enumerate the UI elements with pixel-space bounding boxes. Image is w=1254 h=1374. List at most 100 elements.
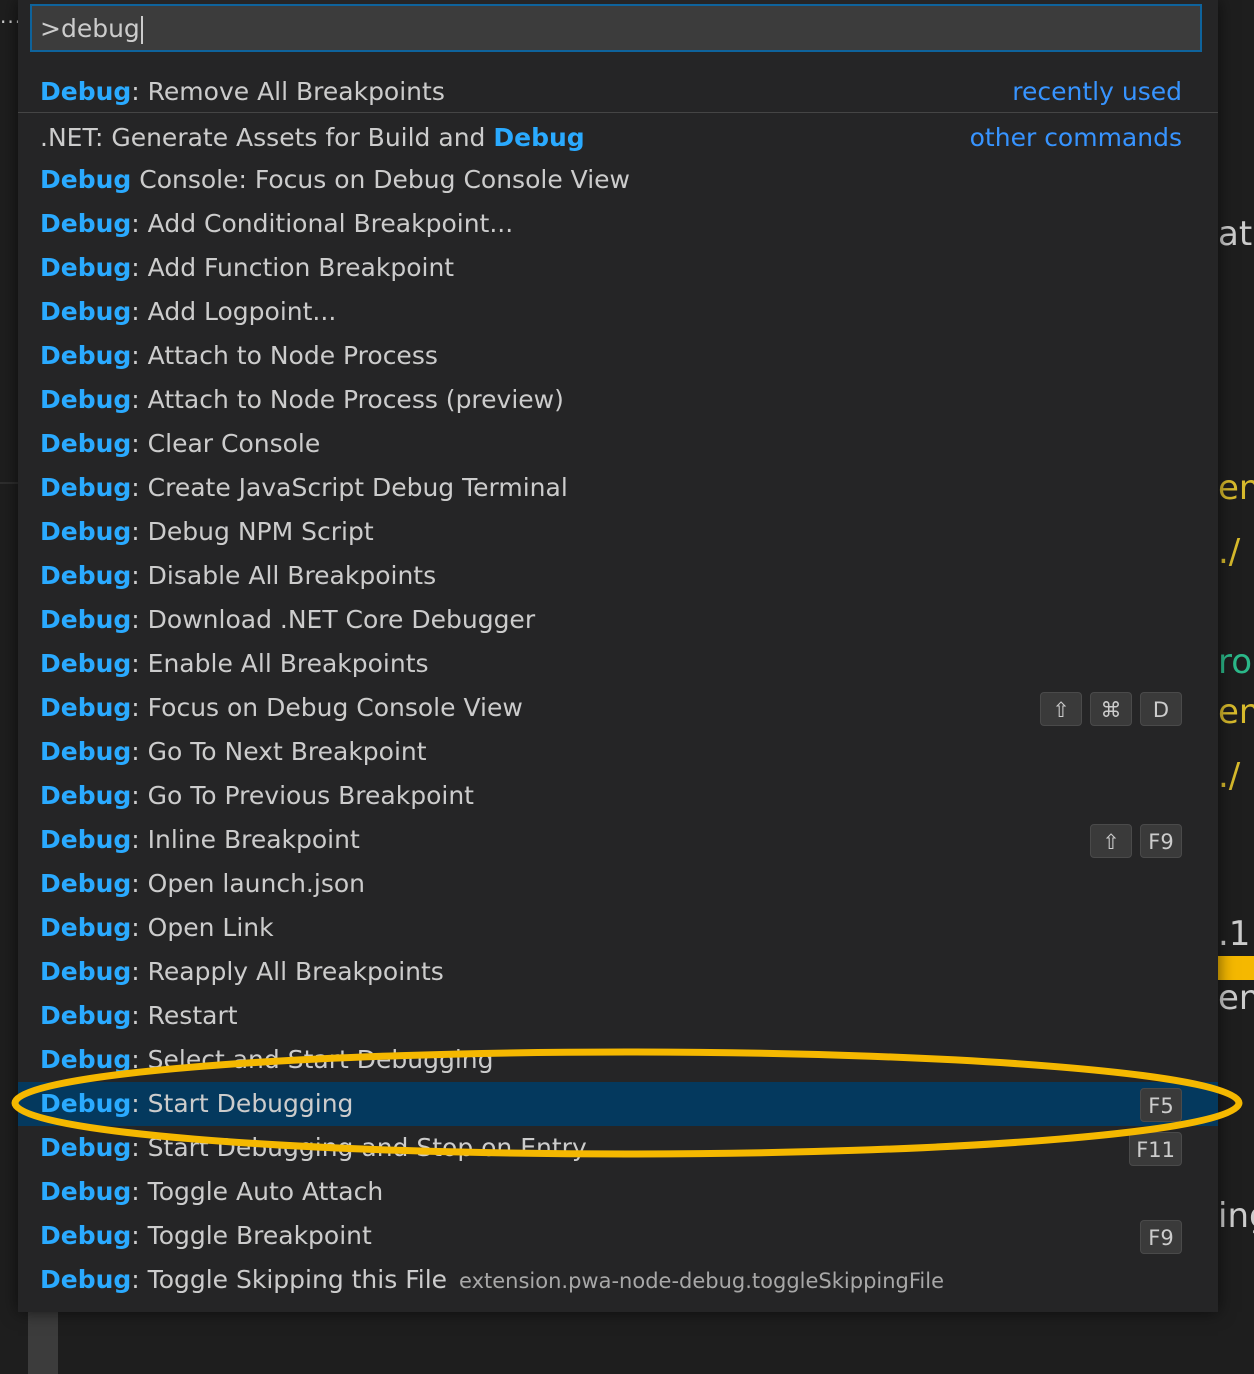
command-label-suffix: : Toggle Auto Attach [131, 1177, 384, 1206]
command-item[interactable]: Debug: Go To Next Breakpoint [18, 730, 1218, 774]
command-label-suffix: : Create JavaScript Debug Terminal [131, 473, 568, 502]
command-label-suffix: : Open launch.json [131, 869, 365, 898]
keybinding: F9 [1140, 1220, 1182, 1254]
command-label: Debug: Open launch.json [40, 862, 365, 906]
command-label: .NET: Generate Assets for Build and Debu… [40, 116, 585, 160]
command-label-suffix: Console: Focus on Debug Console View [131, 165, 630, 194]
command-label-match: Debug [40, 473, 132, 502]
command-item[interactable]: Debug: Clear Console [18, 422, 1218, 466]
background-code-fragment: en [1218, 978, 1254, 1018]
keybinding: ⇧ F9 [1090, 824, 1182, 858]
command-label-suffix: : Go To Previous Breakpoint [131, 781, 474, 810]
background-code-fragment: ing [1218, 1196, 1254, 1236]
command-item[interactable]: Debug: Remove All Breakpoints recently us… [18, 70, 1218, 114]
command-label-suffix: : Remove All Breakpoints [131, 77, 445, 106]
editor-divider [0, 482, 18, 484]
command-palette: >debug Debug: Remove All Breakpoints rece… [18, 0, 1218, 1312]
keybinding-key: ⇧ [1040, 692, 1082, 726]
command-item[interactable]: Debug: Open Link [18, 906, 1218, 950]
command-label-match: Debug [40, 77, 132, 106]
keybinding-key: F11 [1129, 1132, 1182, 1166]
command-item[interactable]: Debug: Inline Breakpoint ⇧ F9 [18, 818, 1218, 862]
command-label-suffix: : Debug NPM Script [131, 517, 374, 546]
command-label-match: Debug [493, 123, 585, 152]
background-code-fragment: en [1218, 468, 1254, 508]
command-label: Debug: Remove All Breakpoints [40, 70, 445, 114]
command-item[interactable]: Debug Console: Focus on Debug Console Vi… [18, 158, 1218, 202]
command-label-match: Debug [40, 1045, 132, 1074]
command-item[interactable]: Debug: Create JavaScript Debug Terminal [18, 466, 1218, 510]
command-item[interactable]: Debug: Download .NET Core Debugger [18, 598, 1218, 642]
command-label: Debug: Toggle Auto Attach [40, 1170, 383, 1214]
command-palette-input-box[interactable]: >debug [30, 4, 1202, 52]
command-label: Debug: Attach to Node Process (preview) [40, 378, 564, 422]
command-label: Debug: Toggle Skipping this File extensio… [40, 1258, 944, 1303]
command-label-suffix: : Disable All Breakpoints [131, 561, 437, 590]
command-item[interactable]: Debug: Toggle Breakpoint F9 [18, 1214, 1218, 1258]
command-label-match: Debug [40, 561, 132, 590]
keybinding-key: ⇧ [1090, 824, 1132, 858]
command-label-match: Debug [40, 165, 132, 194]
command-label-match: Debug [40, 385, 132, 414]
command-item[interactable]: Debug: Add Logpoint... [18, 290, 1218, 334]
command-label-match: Debug [40, 429, 132, 458]
command-item[interactable]: Debug: Add Conditional Breakpoint... [18, 202, 1218, 246]
command-item[interactable]: Debug: Focus on Debug Console View ⇧ ⌘ D [18, 686, 1218, 730]
command-palette-input[interactable]: >debug [40, 12, 143, 46]
command-label: Debug: Download .NET Core Debugger [40, 598, 535, 642]
command-item[interactable]: Debug: Open launch.json [18, 862, 1218, 906]
command-label-match: Debug [40, 781, 132, 810]
command-item[interactable]: Debug: Toggle Auto Attach [18, 1170, 1218, 1214]
command-label-match: Debug [40, 825, 132, 854]
command-label-suffix: : Add Function Breakpoint [131, 253, 455, 282]
command-label: Debug: Add Conditional Breakpoint... [40, 202, 513, 246]
command-item[interactable]: Debug: Add Function Breakpoint [18, 246, 1218, 290]
command-label-match: Debug [40, 1133, 132, 1162]
command-label-suffix: : Clear Console [131, 429, 321, 458]
background-code-fragment: ./ [1218, 756, 1241, 796]
command-item[interactable]: Debug: Attach to Node Process [18, 334, 1218, 378]
command-label: Debug: Open Link [40, 906, 274, 950]
command-label-match: Debug [40, 649, 132, 678]
command-item[interactable]: Debug: Reapply All Breakpoints [18, 950, 1218, 994]
command-label-suffix: : Inline Breakpoint [131, 825, 360, 854]
background-code-fragment: ro [1218, 642, 1253, 682]
command-label-suffix: : Go To Next Breakpoint [131, 737, 427, 766]
command-item[interactable]: Debug: Enable All Breakpoints [18, 642, 1218, 686]
command-item[interactable]: Debug: Select and Start Debugging [18, 1038, 1218, 1082]
command-label-suffix: : Start Debugging and Stop on Entry [131, 1133, 587, 1162]
command-label-match: Debug [40, 1265, 132, 1294]
keybinding-key: F5 [1140, 1088, 1182, 1122]
command-item-selected[interactable]: Debug: Start Debugging F5 [18, 1082, 1218, 1126]
keybinding: F5 [1140, 1088, 1182, 1122]
command-item[interactable]: .NET: Generate Assets for Build and Debu… [18, 116, 1218, 160]
command-label-match: Debug [40, 869, 132, 898]
command-label-match: Debug [40, 341, 132, 370]
command-label-match: Debug [40, 913, 132, 942]
command-label-match: Debug [40, 1177, 132, 1206]
command-label: Debug: Go To Previous Breakpoint [40, 774, 474, 818]
background-code-fragment: ./ [1218, 532, 1241, 572]
command-label-match: Debug [40, 1001, 132, 1030]
command-label-suffix: : Reapply All Breakpoints [131, 957, 444, 986]
command-label-suffix: : Select and Start Debugging [131, 1045, 494, 1074]
command-label: Debug: Select and Start Debugging [40, 1038, 493, 1082]
background-code-fragment: at y [1218, 214, 1254, 254]
command-item[interactable]: Debug: Restart [18, 994, 1218, 1038]
command-label-suffix: : Add Logpoint... [131, 297, 337, 326]
command-item[interactable]: Debug: Start Debugging and Stop on Entry… [18, 1126, 1218, 1170]
command-label-match: Debug [40, 605, 132, 634]
command-item[interactable]: Debug: Disable All Breakpoints [18, 554, 1218, 598]
command-item[interactable]: Debug: Debug NPM Script [18, 510, 1218, 554]
keybinding: ⇧ ⌘ D [1040, 692, 1182, 726]
command-item[interactable]: Debug: Toggle Skipping this File extensio… [18, 1258, 1218, 1302]
command-label: Debug Console: Focus on Debug Console Vi… [40, 158, 630, 202]
command-label: Debug: Enable All Breakpoints [40, 642, 429, 686]
command-label-suffix: : Restart [131, 1001, 238, 1030]
command-label-prefix: .NET: Generate Assets for Build and [40, 123, 494, 152]
command-item[interactable]: Debug: Go To Previous Breakpoint [18, 774, 1218, 818]
command-label-match: Debug [40, 209, 132, 238]
background-highlight-bar [1218, 956, 1254, 980]
command-item[interactable]: Debug: Attach to Node Process (preview) [18, 378, 1218, 422]
command-label: Debug: Go To Next Breakpoint [40, 730, 427, 774]
